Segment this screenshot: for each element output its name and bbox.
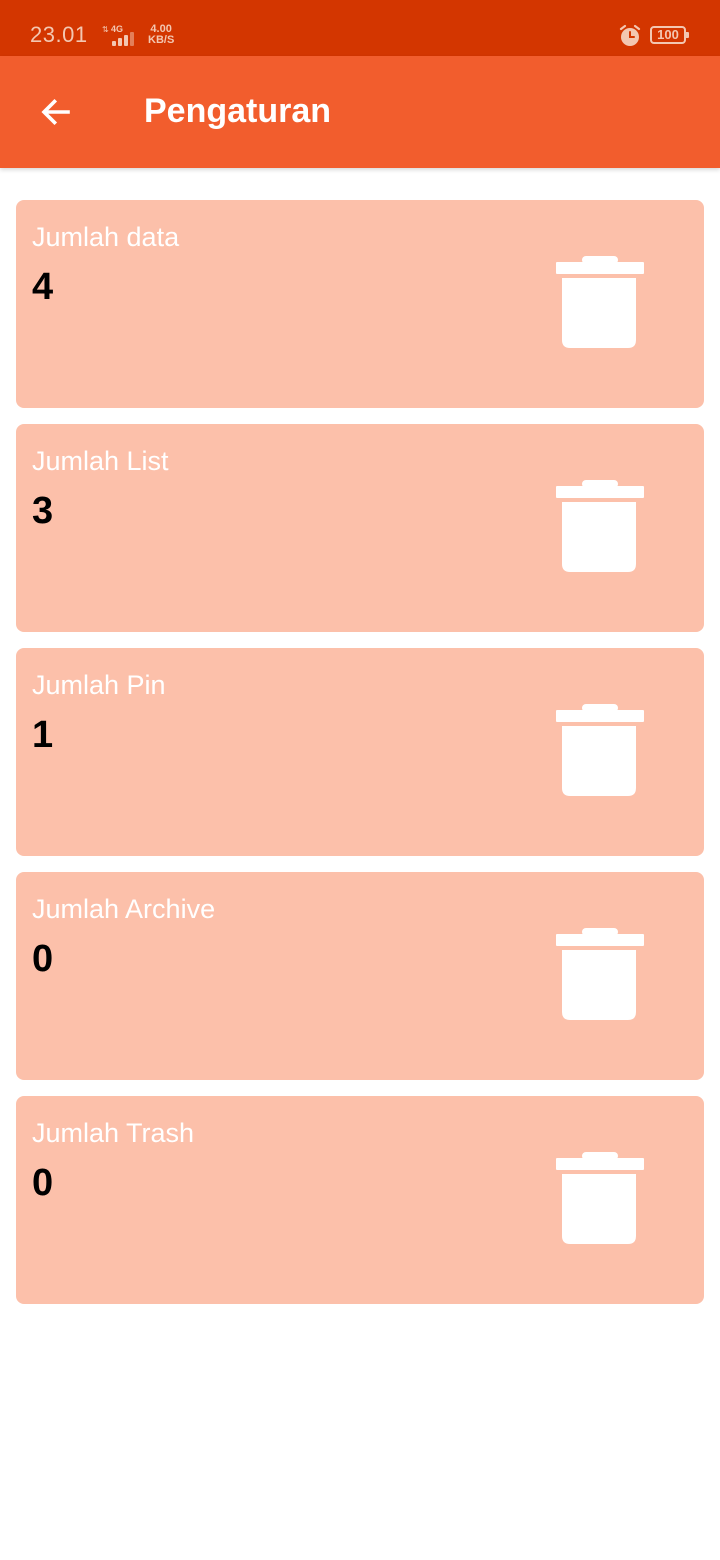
card-trash: Jumlah Trash 0 (16, 1096, 704, 1304)
card-label: Jumlah List (32, 446, 169, 476)
status-time: 23.01 (30, 22, 88, 47)
card-label: Jumlah Trash (32, 1118, 195, 1148)
back-button[interactable] (28, 84, 84, 140)
trash-icon[interactable] (552, 924, 648, 1024)
card-value: 3 (32, 490, 54, 532)
card-value: 1 (32, 714, 54, 756)
card-list-count: Jumlah List 3 (16, 424, 704, 632)
trash-icon[interactable] (552, 1148, 648, 1248)
trash-icon[interactable] (552, 700, 648, 800)
signal-bars (112, 32, 142, 46)
card-value: 4 (32, 266, 54, 308)
card-pin: Jumlah Pin 1 (16, 648, 704, 856)
signal-icon: ⇅ 4G (102, 24, 142, 48)
trash-icon[interactable] (552, 252, 648, 352)
arrow-left-icon (41, 98, 70, 126)
data-arrows-icon: ⇅ (102, 25, 109, 34)
status-bar: 23.01 ⇅ 4G 4.00 KB/S 100 (0, 0, 720, 56)
battery-icon: 100 (650, 26, 689, 44)
card-data: Jumlah data 4 (16, 200, 704, 408)
alarm-icon (619, 24, 641, 46)
card-archive: Jumlah Archive 0 (16, 872, 704, 1080)
speed-unit: KB/S (148, 34, 175, 46)
card-value: 0 (32, 1162, 54, 1204)
card-label: Jumlah Archive (32, 894, 216, 924)
card-value: 0 (32, 938, 54, 980)
stats-card-list: Jumlah data 4 Jumlah List 3 Jumlah Pin 1… (16, 200, 704, 1320)
network-speed: 4.00 KB/S (148, 24, 174, 46)
trash-icon[interactable] (552, 476, 648, 576)
page-title: Pengaturan (144, 92, 332, 130)
card-label: Jumlah data (32, 222, 180, 252)
app-bar: Pengaturan (0, 56, 720, 168)
card-label: Jumlah Pin (32, 670, 166, 700)
